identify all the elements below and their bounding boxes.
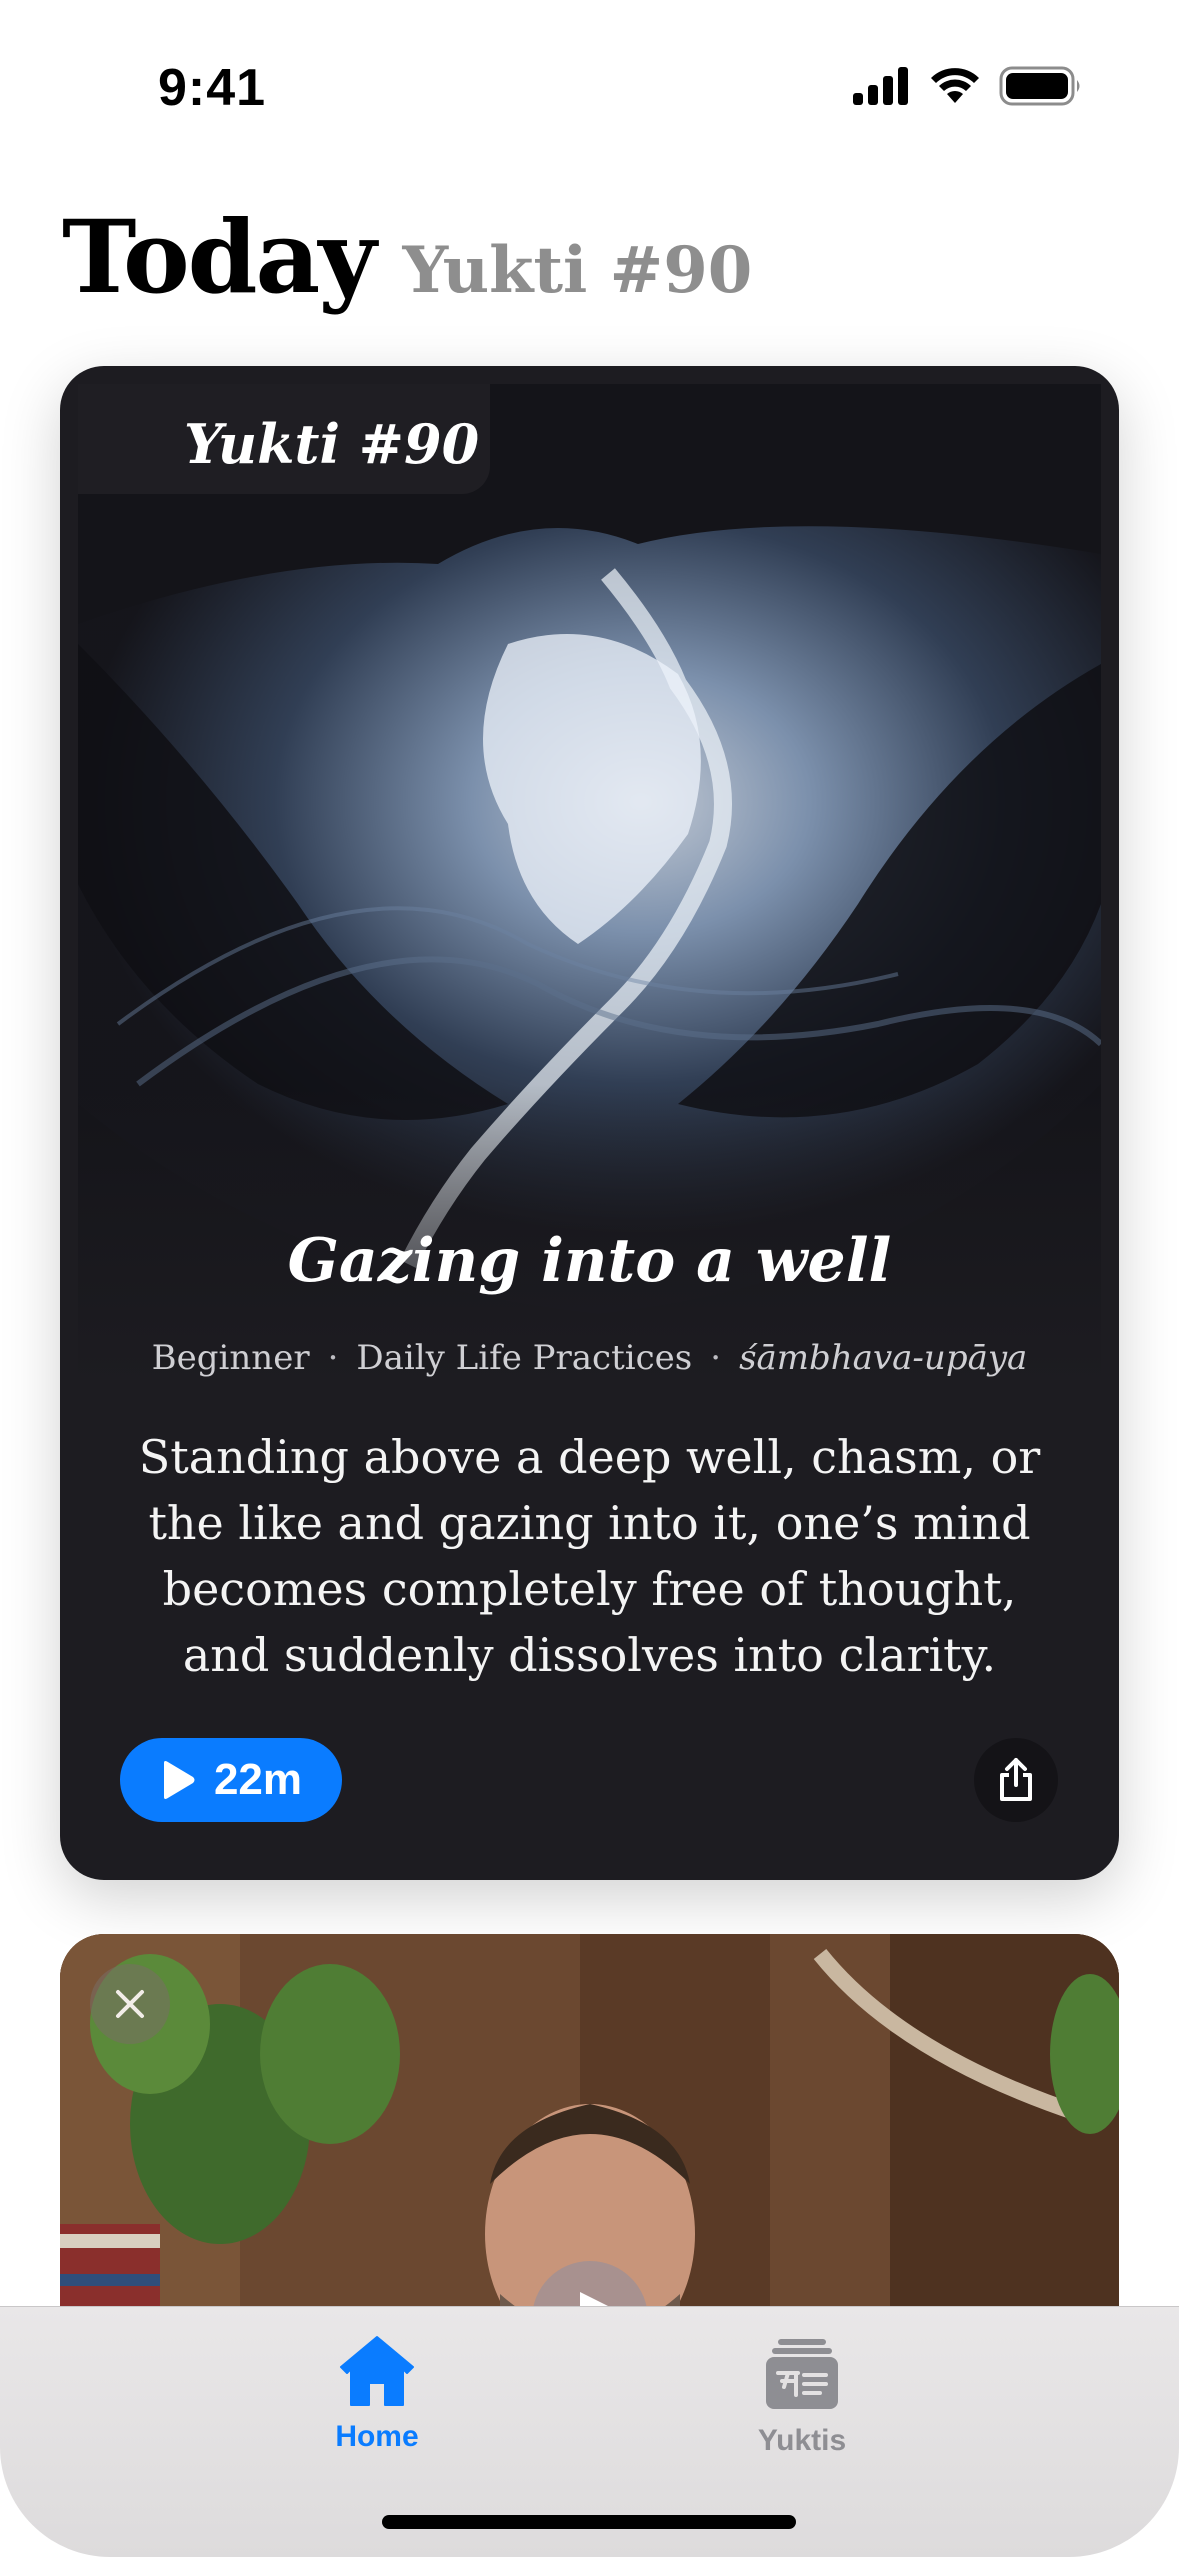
- tab-home-label: Home: [335, 2420, 419, 2453]
- yukti-number-badge: Yukti #90: [78, 384, 490, 494]
- share-icon: [1000, 1758, 1032, 1801]
- page-subtitle: Yukti #90: [402, 233, 753, 308]
- yukti-title: Gazing into a well: [287, 1226, 892, 1296]
- close-icon: [116, 1990, 144, 2018]
- status-bar: 9:41: [0, 0, 1179, 176]
- home-icon: [340, 2336, 414, 2406]
- page-title: Today: [62, 198, 376, 316]
- dismiss-video-button[interactable]: [90, 1964, 170, 2044]
- category-label: Daily Life Practices: [356, 1338, 693, 1378]
- battery-icon: [999, 66, 1080, 106]
- status-icons: [853, 66, 1083, 106]
- tab-yuktis[interactable]: Yuktis: [702, 2335, 902, 2458]
- wifi-icon: [931, 68, 979, 103]
- book-stack-icon: [766, 2339, 838, 2409]
- status-time: 9:41: [158, 59, 267, 117]
- play-icon: [163, 1761, 195, 1799]
- cellular-signal-icon: [853, 67, 908, 105]
- play-duration-button[interactable]: 22m: [120, 1738, 342, 1822]
- yukti-meta: Beginner · Daily Life Practices · śāmbhava-u…: [151, 1338, 1028, 1378]
- tab-home[interactable]: Home: [277, 2335, 477, 2454]
- page-header: Today Yukti #90: [62, 198, 752, 316]
- tab-yuktis-label: Yuktis: [757, 2424, 847, 2457]
- share-button[interactable]: [974, 1738, 1058, 1822]
- duration-label: 22m: [213, 1755, 303, 1804]
- home-indicator[interactable]: [382, 2515, 796, 2529]
- yukti-number-label: Yukti #90: [184, 412, 480, 476]
- upaya-label: śāmbhava-upāya: [739, 1338, 1028, 1378]
- video-card[interactable]: [60, 1934, 1119, 2354]
- yukti-description: Standing above a deep well, chasm, or th…: [138, 1430, 1041, 1682]
- video-thumbnail-image: [60, 1934, 1119, 2354]
- level-label: Beginner: [151, 1338, 310, 1378]
- featured-yukti-card[interactable]: Yukti #90 Gazing into a well Beginner · Da…: [60, 366, 1119, 1880]
